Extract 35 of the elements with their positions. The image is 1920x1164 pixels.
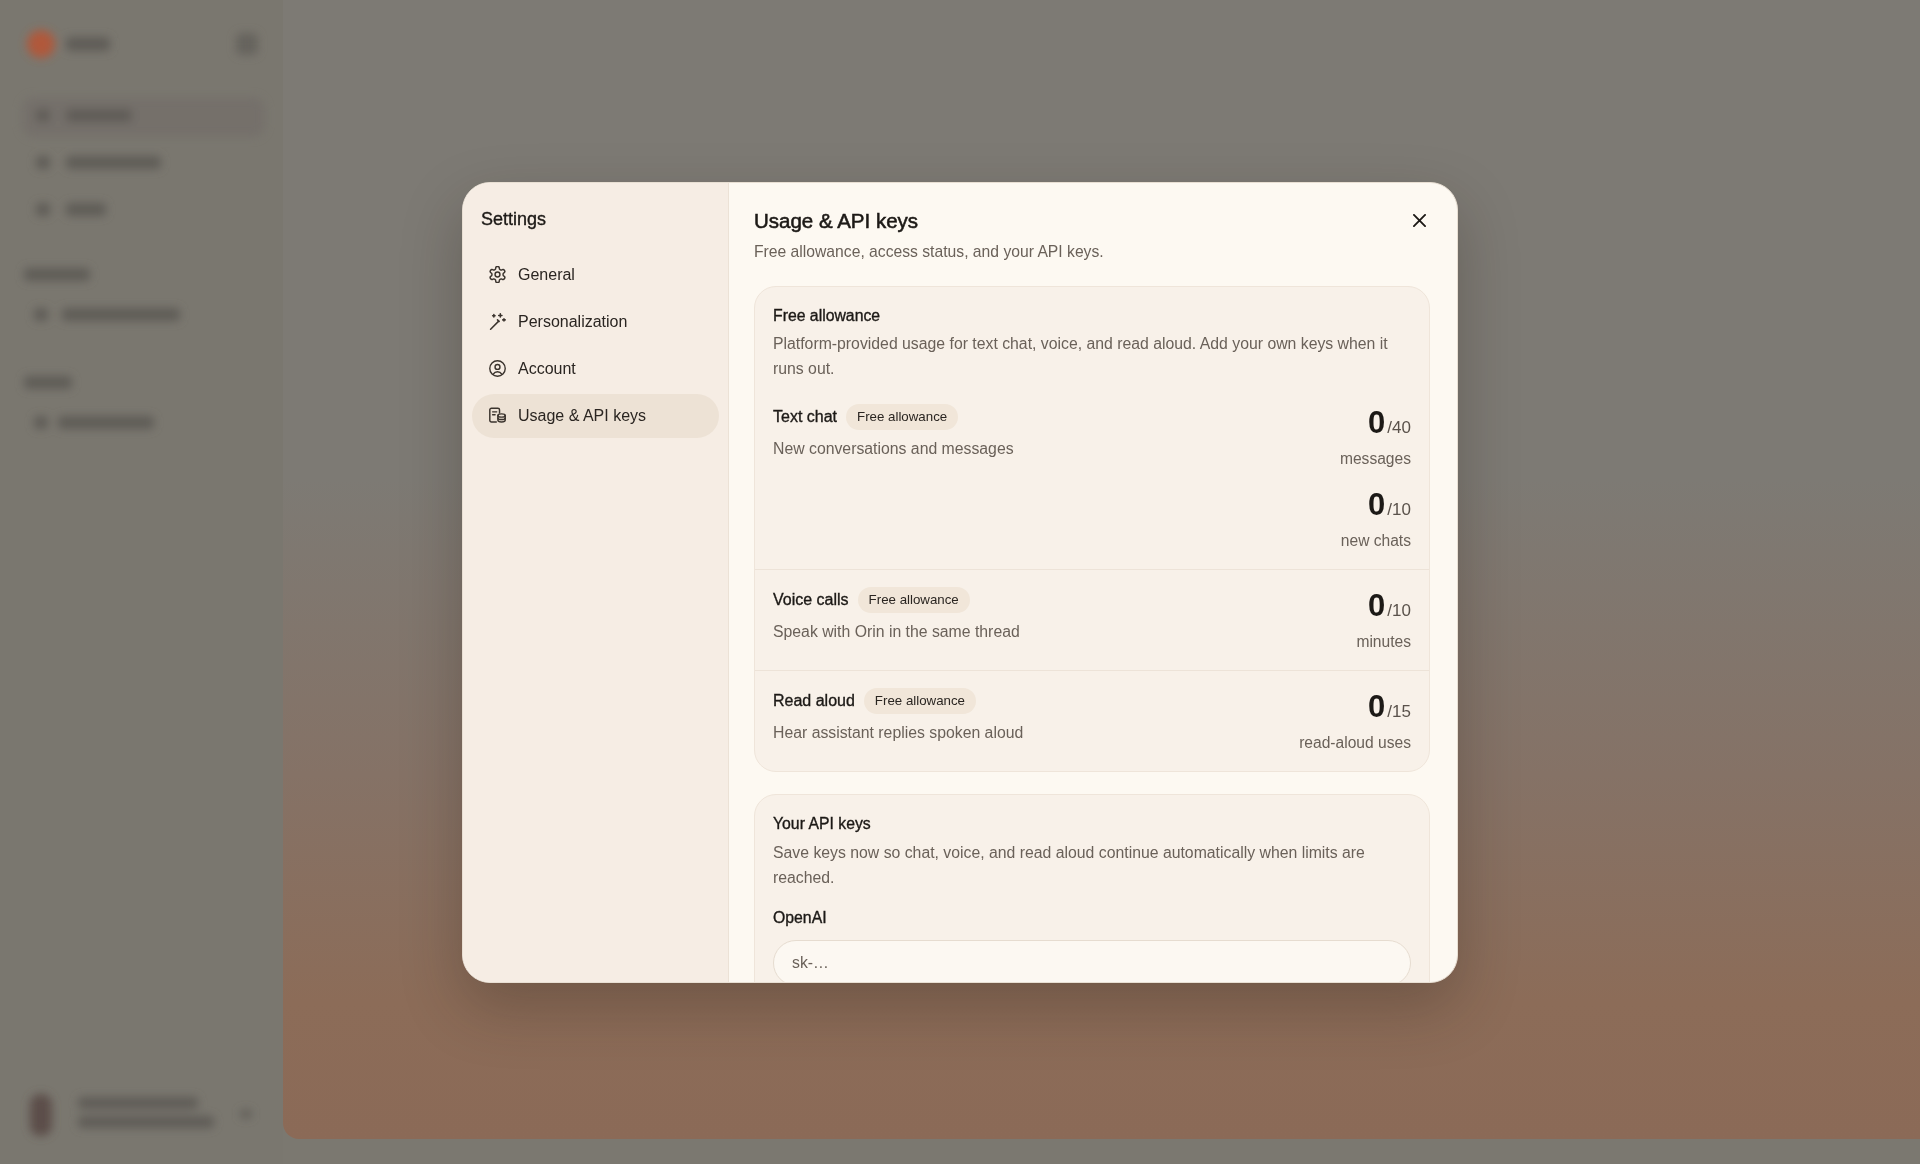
allowance-badge: Free allowance [846, 403, 959, 430]
card-description: Platform-provided usage for text chat, voice, and read aloud. Add your own keys when it runs out. [773, 333, 1389, 379]
close-icon [1412, 214, 1426, 227]
card-title: Free allowance [773, 305, 882, 326]
usage-count: 0/15 [1368, 687, 1411, 726]
usage-unit: minutes [1356, 631, 1411, 652]
usage-count: 0/40 [1368, 403, 1411, 442]
usage-count: 0/10 [1368, 586, 1411, 625]
usage-unit: messages [1339, 448, 1411, 469]
nav-item[interactable]: Usage & API keys [472, 393, 719, 438]
settings-title: Settings [481, 207, 548, 231]
usage-title: Read aloud [773, 691, 855, 710]
allowance-badge: Free allowance [857, 586, 970, 613]
usage-unit: read-aloud uses [1299, 732, 1411, 753]
document-coins-icon [489, 407, 506, 424]
card-title: Your API keys [773, 813, 872, 834]
usage-description: New conversations and messages [773, 438, 1014, 459]
panel-title: Usage & API keys [754, 208, 920, 233]
usage-description: Hear assistant replies spoken aloud [773, 722, 1024, 743]
panel-subtitle: Free allowance, access status, and your API keys. [754, 241, 1105, 262]
nav-item[interactable]: Personalization [472, 299, 719, 344]
gear-icon [489, 266, 506, 283]
usage-count: 0/10 [1368, 485, 1411, 524]
allowance-badge: Free allowance [863, 687, 976, 714]
user-circle-icon [489, 360, 506, 377]
usage-title: Text chat [773, 407, 838, 426]
usage-title: Voice calls [773, 590, 849, 609]
field-label: OpenAI [773, 907, 828, 928]
nav-item[interactable]: General [472, 252, 719, 297]
api-key-field[interactable]: sk-… [773, 939, 1411, 982]
card-description: Save keys now so chat, voice, and read aloud continue automatically when limits are reached. [773, 842, 1366, 888]
usage-unit: new chats [1340, 530, 1411, 551]
usage-description: Speak with Orin in the same thread [773, 621, 1020, 642]
nav-item[interactable]: Account [472, 346, 719, 391]
magic-wand-icon [489, 313, 506, 330]
